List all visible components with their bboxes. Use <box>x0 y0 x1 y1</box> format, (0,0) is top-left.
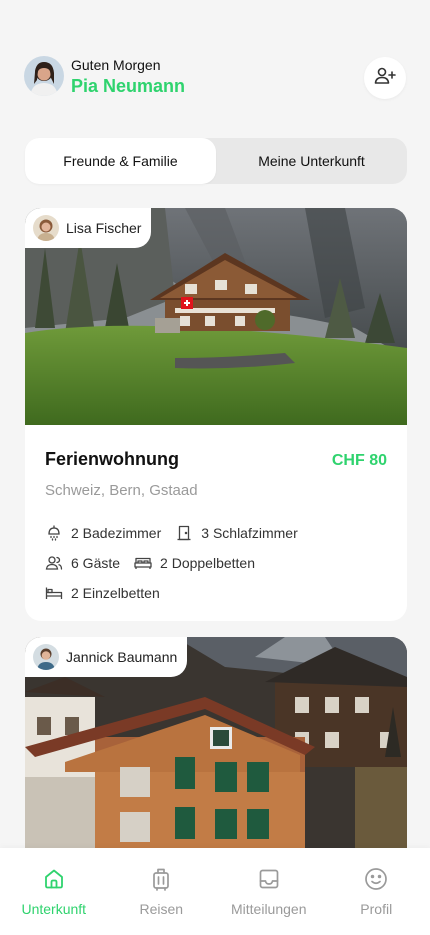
fact-single-beds-text: 2 Einzelbetten <box>71 585 160 601</box>
smiley-icon <box>363 866 389 892</box>
fact-bathrooms-text: 2 Badezimmer <box>71 525 162 541</box>
listing-details: Ferienwohnung CHF 80 Schweiz, Bern, Gsta… <box>25 425 407 608</box>
owner-avatar <box>33 644 59 670</box>
listing-card[interactable]: Lisa Fischer Ferienwohnung CHF 80 Schwei… <box>25 208 407 621</box>
owner-name: Jannick Baumann <box>66 649 178 665</box>
luggage-icon <box>148 866 174 892</box>
home-icon <box>41 866 67 892</box>
door-icon <box>175 524 193 542</box>
owner-name: Lisa Fischer <box>66 220 142 236</box>
listing-photo[interactable]: Lisa Fischer <box>25 208 407 425</box>
listing-facts: 2 Badezimmer 3 Schlafzimmer 6 Gäste 2 Do… <box>45 518 387 608</box>
double-bed-icon <box>134 554 152 572</box>
single-bed-icon <box>45 584 63 602</box>
listing-title: Ferienwohnung <box>45 449 179 469</box>
user-avatar[interactable] <box>24 56 64 96</box>
owner-chip[interactable]: Jannick Baumann <box>25 637 188 677</box>
header: Guten Morgen Pia Neumann <box>24 55 406 99</box>
tab-accommodation[interactable]: Unterkunft <box>9 866 99 935</box>
owner-avatar <box>33 215 59 241</box>
fact-bedrooms-text: 3 Schlafzimmer <box>201 525 298 541</box>
tab-messages[interactable]: Mitteilungen <box>224 866 314 935</box>
user-name: Pia Neumann <box>71 75 186 96</box>
listing-price: CHF 80 <box>331 452 387 469</box>
greeting-text: Guten Morgen <box>71 56 161 73</box>
tab-label: Reisen <box>139 901 184 917</box>
tab-my-accommodation[interactable]: Meine Unterkunft <box>216 138 407 184</box>
fact-guests-text: 6 Gäste <box>71 555 121 571</box>
add-friend-button[interactable] <box>364 57 406 99</box>
tab-profile[interactable]: Profil <box>331 866 421 935</box>
greeting-block: Guten Morgen Pia Neumann <box>71 56 185 97</box>
tab-label: Mitteilungen <box>231 901 307 917</box>
listing-location: Schweiz, Bern, Gstaad <box>45 482 198 499</box>
shower-icon <box>45 524 63 542</box>
tab-friends-family[interactable]: Freunde & Familie <box>25 138 216 184</box>
fact-bathrooms: 2 Badezimmer <box>45 524 161 542</box>
fact-guests: 6 Gäste <box>45 554 120 572</box>
fact-bedrooms: 3 Schlafzimmer <box>175 524 298 542</box>
fact-double-beds-text: 2 Doppelbetten <box>160 555 255 571</box>
tab-label: Profil <box>360 901 393 917</box>
tab-label: Unterkunft <box>21 901 87 917</box>
tab-trips[interactable]: Reisen <box>116 866 206 935</box>
users-icon <box>45 554 63 572</box>
owner-chip[interactable]: Lisa Fischer <box>25 208 152 248</box>
bottom-tab-bar: Unterkunft Reisen Mitteilungen Profil <box>0 848 430 935</box>
fact-single-beds: 2 Einzelbetten <box>45 584 160 602</box>
user-plus-icon <box>373 64 397 93</box>
inbox-icon <box>256 866 282 892</box>
segmented-control: Freunde & Familie Meine Unterkunft <box>25 138 407 184</box>
fact-double-beds: 2 Doppelbetten <box>134 554 255 572</box>
